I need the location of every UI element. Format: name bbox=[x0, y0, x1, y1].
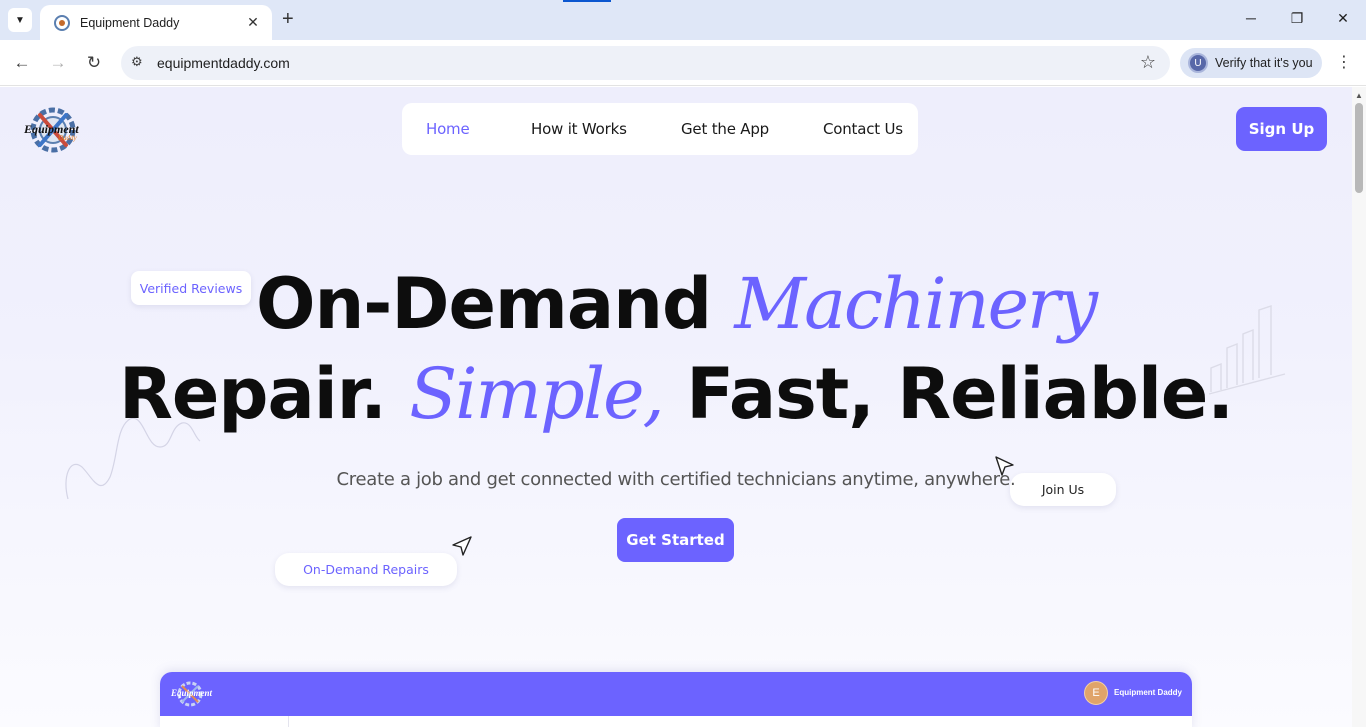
profile-verify-chip[interactable]: U Verify that it's you bbox=[1180, 48, 1322, 78]
browser-tab-bar: ▼ Equipment Daddy ✕ + ─ ❐ ✕ bbox=[0, 0, 1366, 40]
main-navigation: Home How it Works Get the App Contact Us bbox=[402, 103, 918, 155]
site-info-icon[interactable]: ⚙ bbox=[131, 54, 143, 70]
address-bar[interactable]: ⚙ equipmentdaddy.com ☆ bbox=[121, 46, 1170, 80]
app-preview-logo: Equipment bbox=[170, 680, 213, 708]
tab-strip-indicator bbox=[563, 0, 611, 2]
on-demand-repairs-badge: On-Demand Repairs bbox=[275, 553, 457, 586]
app-preview-username: Equipment Daddy bbox=[1114, 688, 1183, 697]
window-minimize-icon[interactable]: ─ bbox=[1241, 10, 1261, 26]
browser-toolbar: ← → ↻ ⚙ equipmentdaddy.com ☆ U Verify th… bbox=[0, 40, 1366, 86]
app-preview-header: Equipment E Equipment Daddy bbox=[160, 672, 1192, 716]
app-preview-sidebar-divider bbox=[288, 716, 289, 727]
site-logo[interactable]: Equipment Daddy bbox=[22, 105, 86, 155]
new-tab-plus-icon[interactable]: + bbox=[282, 9, 294, 29]
tab-close-icon[interactable]: ✕ bbox=[244, 14, 262, 31]
hero-subtitle: Create a job and get connected with cert… bbox=[336, 469, 1016, 490]
page-viewport: Equipment Daddy Home How it Works Get th… bbox=[0, 87, 1352, 727]
window-close-icon[interactable]: ✕ bbox=[1333, 10, 1353, 27]
site-favicon-icon bbox=[54, 14, 70, 31]
window-restore-icon[interactable]: ❐ bbox=[1287, 10, 1307, 27]
app-preview-wordmark: Equipment bbox=[171, 688, 213, 698]
sign-up-button[interactable]: Sign Up bbox=[1236, 107, 1327, 151]
hero-line1-accent: Machinery bbox=[734, 263, 1098, 345]
nav-get-the-app[interactable]: Get the App bbox=[681, 120, 769, 138]
nav-contact-us[interactable]: Contact Us bbox=[823, 120, 903, 138]
app-preview-mockup: Equipment E Equipment Daddy bbox=[160, 672, 1192, 727]
bookmark-star-icon[interactable]: ☆ bbox=[1140, 52, 1156, 73]
hero-line1-text: On-Demand bbox=[255, 263, 712, 345]
profile-avatar-icon: U bbox=[1188, 53, 1208, 73]
hero-line2-text-2: Fast, Reliable. bbox=[686, 353, 1234, 435]
back-arrow-icon[interactable]: ← bbox=[11, 52, 33, 74]
forward-arrow-icon[interactable]: → bbox=[47, 52, 69, 74]
nav-how-it-works[interactable]: How it Works bbox=[531, 120, 627, 138]
tab-title: Equipment Daddy bbox=[80, 15, 180, 30]
tab-search-chevron-icon[interactable]: ▼ bbox=[8, 8, 32, 32]
hero-line2-text-1: Repair. bbox=[118, 353, 387, 435]
scroll-up-arrow-icon[interactable]: ▲ bbox=[1355, 91, 1363, 100]
nav-home[interactable]: Home bbox=[426, 120, 470, 138]
profile-chip-label: Verify that it's you bbox=[1215, 56, 1313, 70]
browser-menu-icon[interactable]: ⋮ bbox=[1336, 52, 1352, 72]
url-text[interactable]: equipmentdaddy.com bbox=[157, 55, 290, 71]
page-scrollbar[interactable]: ▲ bbox=[1352, 87, 1366, 727]
logo-wordmark-sub: Daddy bbox=[58, 134, 77, 142]
hero-line2-accent: Simple, bbox=[409, 353, 665, 435]
scrollbar-thumb[interactable] bbox=[1355, 103, 1363, 193]
get-started-button[interactable]: Get Started bbox=[617, 518, 734, 562]
app-preview-avatar: E bbox=[1084, 681, 1108, 705]
hero-headline-line-2: Repair. Simple, Fast, Reliable. bbox=[0, 353, 1352, 435]
hero-headline-line-1: On-Demand Machinery bbox=[0, 263, 1352, 345]
send-arrow-icon bbox=[452, 536, 472, 556]
reload-icon[interactable]: ↻ bbox=[83, 52, 105, 74]
browser-tab-active[interactable]: Equipment Daddy ✕ bbox=[40, 5, 272, 40]
